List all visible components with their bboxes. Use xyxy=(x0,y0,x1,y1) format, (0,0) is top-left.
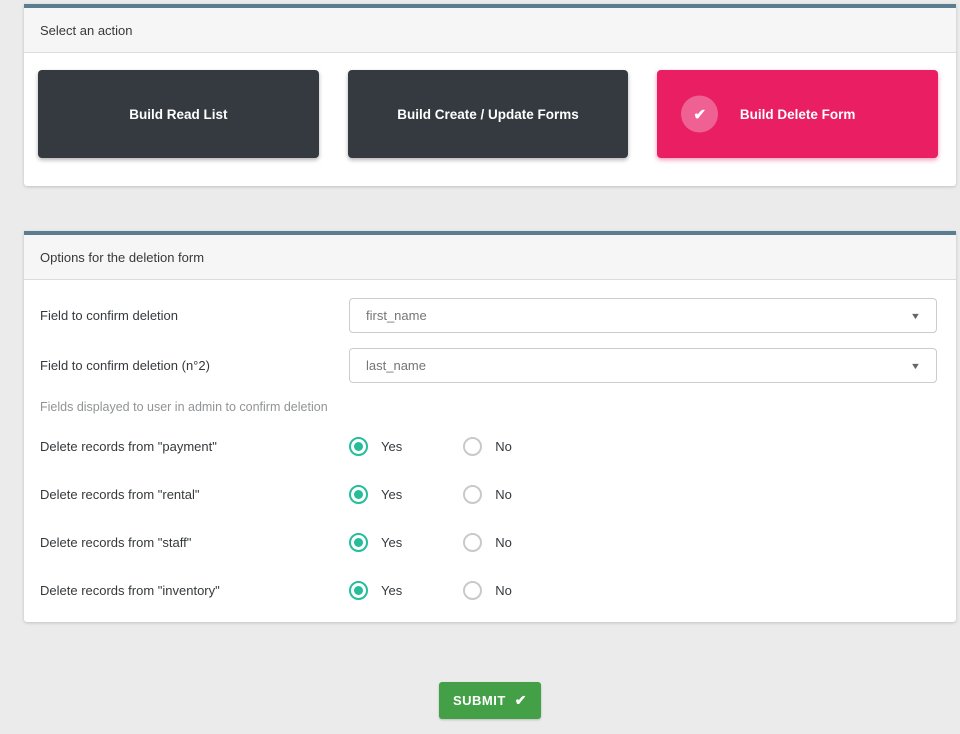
confirm-field-2-select[interactable]: last_name ▼ xyxy=(349,348,937,383)
build-create-update-forms-button[interactable]: Build Create / Update Forms xyxy=(348,70,629,158)
options-form: Field to confirm deletion first_name ▼ F… xyxy=(24,280,956,622)
radio-row-inventory: Delete records from "inventory" Yes No xyxy=(40,574,937,606)
radio-option-no[interactable]: No xyxy=(463,437,512,456)
submit-area: SUBMIT ✔ xyxy=(24,682,956,719)
submit-button-label: SUBMIT xyxy=(453,693,506,708)
radio-row-payment: Delete records from "payment" Yes No xyxy=(40,430,937,462)
action-buttons-row: Build Read List Build Create / Update Fo… xyxy=(24,53,956,186)
radio-selected-icon[interactable] xyxy=(349,533,368,552)
field-label: Delete records from "inventory" xyxy=(40,583,349,598)
field-label: Delete records from "rental" xyxy=(40,487,349,502)
radio-label: Yes xyxy=(381,535,402,550)
helper-text: Fields displayed to user in admin to con… xyxy=(40,400,937,414)
field-label: Field to confirm deletion xyxy=(40,308,349,323)
options-panel: Options for the deletion form Field to c… xyxy=(24,231,956,622)
radio-selected-icon[interactable] xyxy=(349,485,368,504)
radio-row-rental: Delete records from "rental" Yes No xyxy=(40,478,937,510)
page-content: Select an action Build Read List Build C… xyxy=(24,4,956,719)
radio-unselected-icon[interactable] xyxy=(463,437,482,456)
radio-selected-icon[interactable] xyxy=(349,581,368,600)
radio-option-no[interactable]: No xyxy=(463,485,512,504)
radio-option-yes[interactable]: Yes xyxy=(349,485,402,504)
radio-label: No xyxy=(495,583,512,598)
field-label: Delete records from "payment" xyxy=(40,439,349,454)
radio-unselected-icon[interactable] xyxy=(463,581,482,600)
action-panel: Select an action Build Read List Build C… xyxy=(24,4,956,186)
form-row-confirm-field-2: Field to confirm deletion (n°2) last_nam… xyxy=(40,348,937,383)
select-value: first_name xyxy=(366,308,427,323)
chevron-down-icon: ▼ xyxy=(910,361,921,371)
radio-label: No xyxy=(495,535,512,550)
radio-option-no[interactable]: No xyxy=(463,533,512,552)
build-read-list-button[interactable]: Build Read List xyxy=(38,70,319,158)
field-label: Field to confirm deletion (n°2) xyxy=(40,358,349,373)
action-button-label: Build Delete Form xyxy=(740,107,856,122)
radio-row-staff: Delete records from "staff" Yes No xyxy=(40,526,937,558)
radio-label: Yes xyxy=(381,439,402,454)
radio-option-no[interactable]: No xyxy=(463,581,512,600)
radio-option-yes[interactable]: Yes xyxy=(349,437,402,456)
confirm-field-1-select[interactable]: first_name ▼ xyxy=(349,298,937,333)
chevron-down-icon: ▼ xyxy=(910,311,921,321)
form-row-confirm-field-1: Field to confirm deletion first_name ▼ xyxy=(40,298,937,333)
radio-option-yes[interactable]: Yes xyxy=(349,533,402,552)
action-panel-title: Select an action xyxy=(24,8,956,53)
field-label: Delete records from "staff" xyxy=(40,535,349,550)
radio-label: Yes xyxy=(381,487,402,502)
radio-selected-icon[interactable] xyxy=(349,437,368,456)
action-button-label: Build Create / Update Forms xyxy=(397,107,579,122)
radio-unselected-icon[interactable] xyxy=(463,485,482,504)
select-value: last_name xyxy=(366,358,426,373)
build-delete-form-button[interactable]: ✔ Build Delete Form xyxy=(657,70,938,158)
check-icon: ✔ xyxy=(681,96,718,133)
radio-label: No xyxy=(495,439,512,454)
check-icon: ✔ xyxy=(515,692,527,709)
radio-label: No xyxy=(495,487,512,502)
radio-unselected-icon[interactable] xyxy=(463,533,482,552)
submit-button[interactable]: SUBMIT ✔ xyxy=(439,682,541,719)
action-button-label: Build Read List xyxy=(129,107,227,122)
options-panel-title: Options for the deletion form xyxy=(24,235,956,280)
radio-label: Yes xyxy=(381,583,402,598)
radio-option-yes[interactable]: Yes xyxy=(349,581,402,600)
